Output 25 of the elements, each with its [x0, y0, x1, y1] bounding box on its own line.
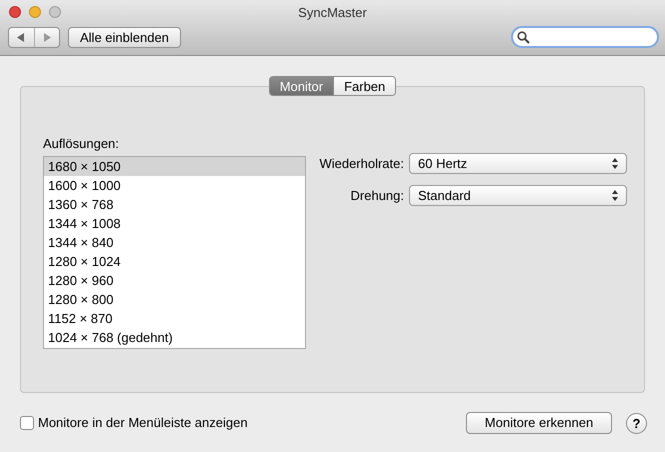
tab[interactable]: Farben: [333, 77, 396, 95]
popup-button[interactable]: 60 Hertz: [409, 153, 627, 174]
window-title: SyncMaster: [298, 4, 367, 22]
back-icon: [17, 32, 26, 42]
popup-button[interactable]: Standard: [409, 185, 627, 206]
search-field[interactable]: [511, 26, 659, 48]
stepper-arrows-icon: [612, 190, 618, 201]
resolution-list[interactable]: 1680 × 1050 1600 × 1000 1360 × 768 1344 × 1008 1344 × 840 1280 × 1024 1280 × 960 1280 × 800 1152 × 870 1024 × 768 (gedehnt): [43, 156, 306, 348]
show-all-button[interactable]: Alle einblenden: [68, 26, 181, 48]
help-button[interactable]: ?: [626, 412, 647, 434]
setting-label: Drehung:: [350, 186, 405, 205]
navigation-buttons[interactable]: [8, 26, 60, 48]
zoom-button[interactable]: [49, 6, 61, 18]
minimize-button[interactable]: [29, 6, 41, 18]
checkbox-label: Monitore in der Menüleiste anzeigen: [38, 414, 248, 432]
detect-displays-button[interactable]: Monitore erkennen: [466, 412, 612, 434]
setting-label: Wiederholrate:: [318, 154, 405, 173]
checkbox[interactable]: [20, 416, 34, 430]
tab[interactable]: Monitor: [270, 77, 334, 95]
resolutions-label: Auflösungen:: [43, 135, 120, 153]
search-icon: [517, 30, 530, 44]
stepper-arrows-icon: [612, 158, 618, 169]
resolution-item[interactable]: 1680 × 1050: [44, 156, 305, 176]
forward-icon: [42, 32, 51, 42]
close-button[interactable]: [9, 6, 21, 18]
